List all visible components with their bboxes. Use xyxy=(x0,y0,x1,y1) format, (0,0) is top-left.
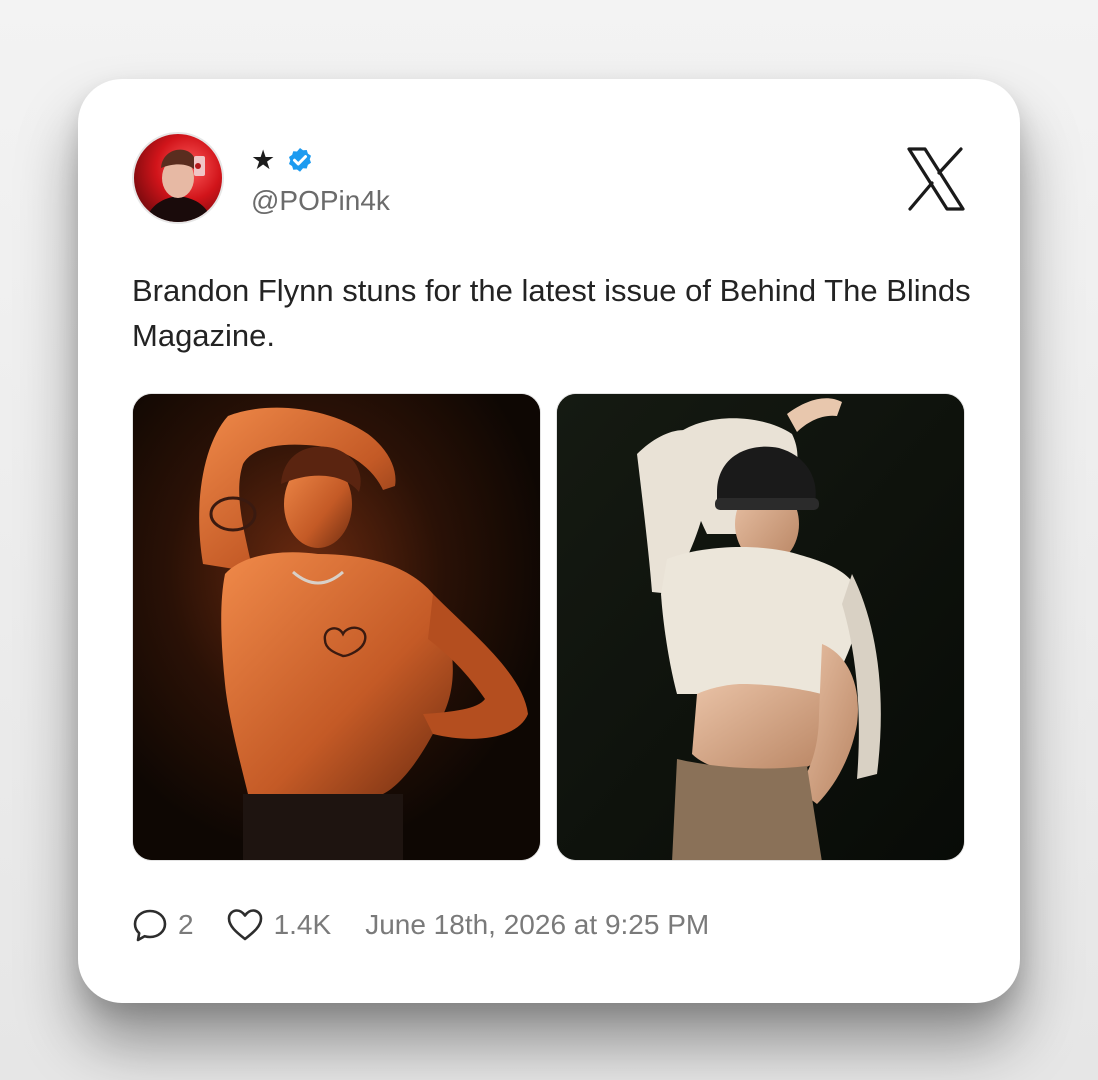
tweet-timestamp[interactable]: June 18th, 2026 at 9:25 PM xyxy=(365,909,709,941)
photo-man-helmet-white-sweater xyxy=(557,394,964,860)
like-count: 1.4K xyxy=(273,909,332,940)
avatar[interactable] xyxy=(132,132,224,224)
photo-shirtless-man-orange-light xyxy=(133,394,540,860)
media-image-right[interactable] xyxy=(556,393,965,861)
avatar-portrait-icon xyxy=(145,149,213,222)
reply-count: 2 xyxy=(178,909,194,940)
display-name-row: ★ xyxy=(251,145,315,177)
tweet-card[interactable]: ★ @POPin4k Brandon Flynn stuns for the l… xyxy=(78,79,1020,1003)
tweet-text: Brandon Flynn stuns for the latest issue… xyxy=(132,273,971,353)
verified-badge-icon xyxy=(289,148,312,172)
display-name[interactable]: ★ xyxy=(251,145,275,177)
x-logo-icon[interactable] xyxy=(905,147,967,211)
user-handle[interactable]: @POPin4k xyxy=(251,183,390,219)
media-image-left[interactable] xyxy=(132,393,541,861)
heart-icon[interactable] xyxy=(226,907,264,943)
tweet-footer: 2 1.4K June 18th, 2026 at 9:25 PM xyxy=(132,903,709,947)
reply-icon[interactable] xyxy=(132,907,168,943)
